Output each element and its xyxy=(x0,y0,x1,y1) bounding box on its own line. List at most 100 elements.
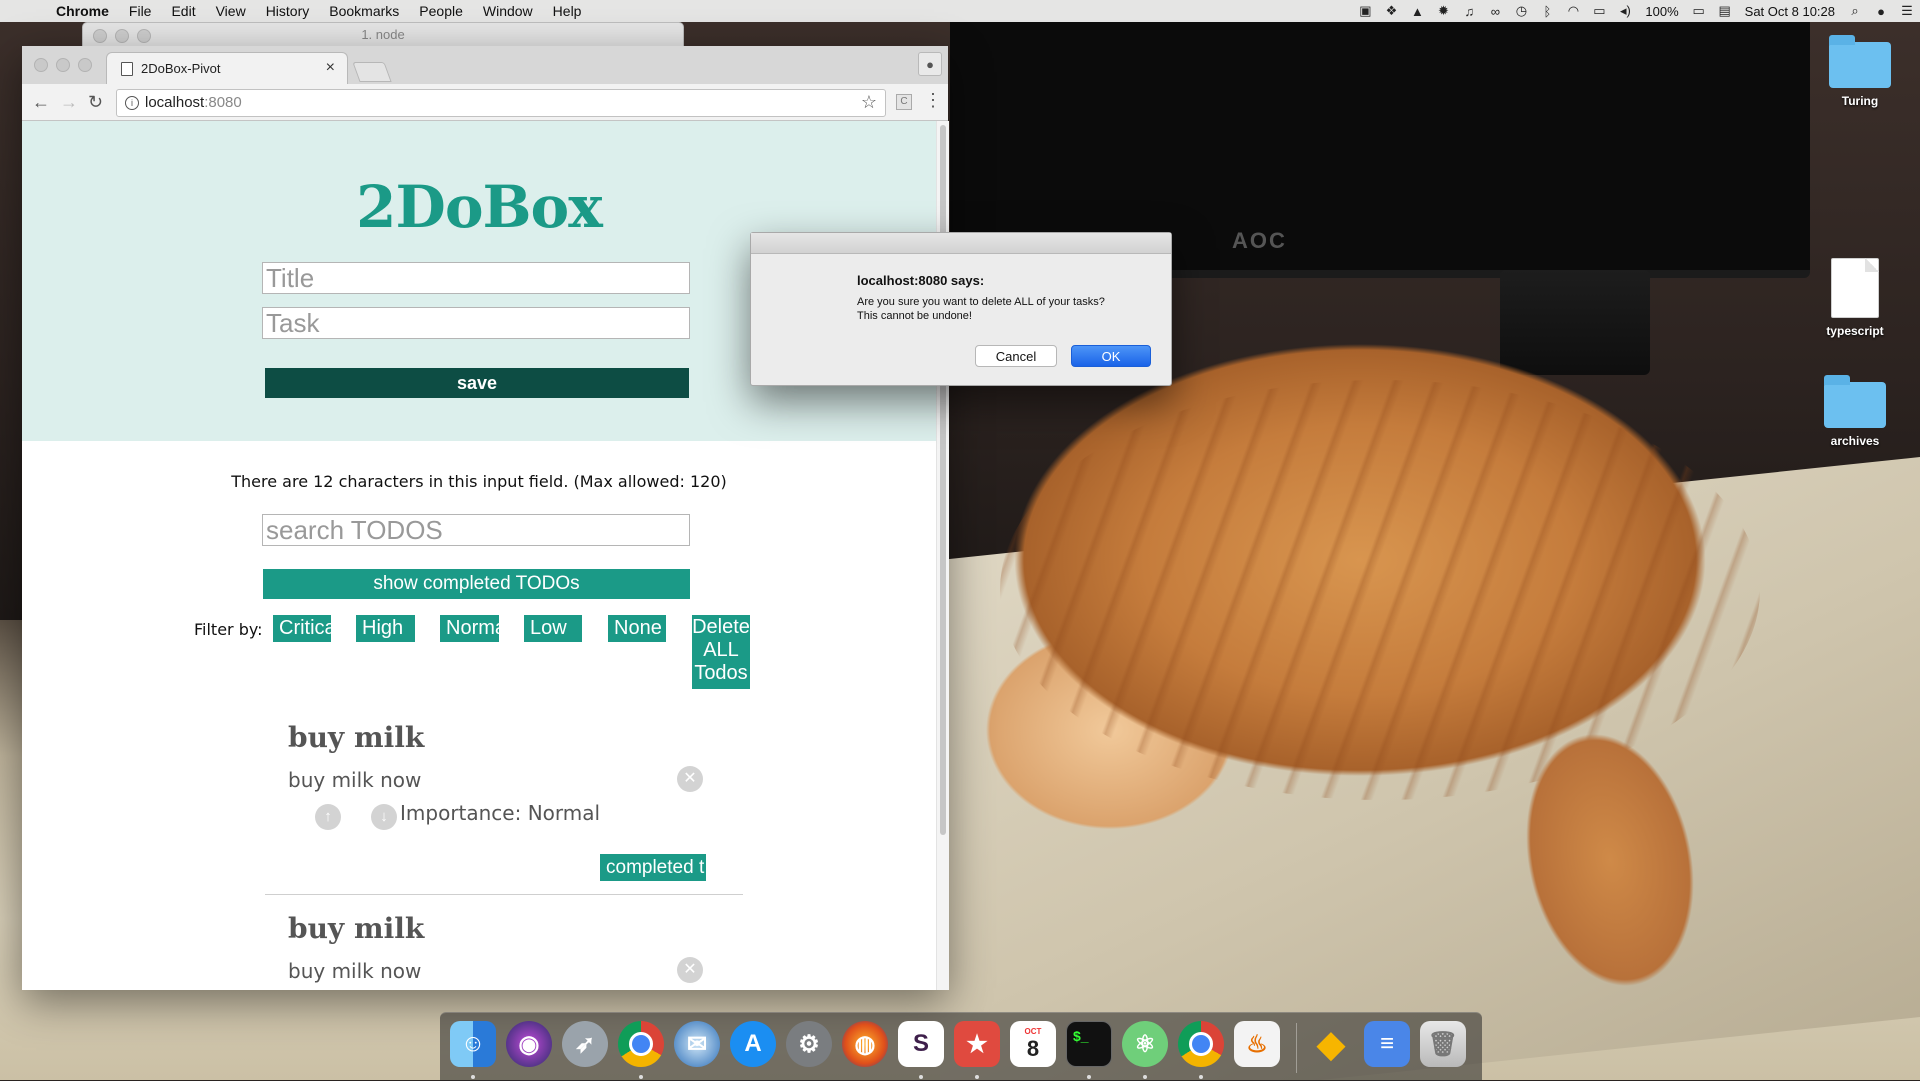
completed-task-button[interactable]: completed t xyxy=(600,854,706,881)
loop-icon[interactable]: ∞ xyxy=(1487,4,1503,19)
cancel-button[interactable]: Cancel xyxy=(975,345,1057,367)
slack-icon[interactable]: S xyxy=(898,1021,944,1067)
atom-icon[interactable]: ⚛ xyxy=(1122,1021,1168,1067)
url-text[interactable]: localhost:8080 xyxy=(145,94,242,111)
extension-icon[interactable]: C xyxy=(896,94,912,110)
app-store-icon[interactable]: A xyxy=(730,1021,776,1067)
address-bar[interactable]: i localhost:8080 ☆ xyxy=(116,89,886,117)
forward-icon[interactable]: → xyxy=(60,92,78,113)
todo-title[interactable]: buy milk xyxy=(288,721,424,754)
chrome-icon[interactable] xyxy=(618,1021,664,1067)
todo-title[interactable]: buy milk xyxy=(288,912,424,945)
todo-body[interactable]: buy milk now xyxy=(288,768,421,792)
menu-app-name[interactable]: Chrome xyxy=(56,3,109,19)
downvote-icon[interactable]: ↓ xyxy=(371,804,397,830)
terminal-icon[interactable]: $_ xyxy=(1066,1021,1112,1067)
dock: ☺ ◉ ➶ ✉ A ⚙ ◍ S ★ OCT 8 $_ ⚛ ♨ ◆ ≡ 🗑 xyxy=(440,1012,1482,1081)
spotlight-search-icon[interactable]: ⌕ xyxy=(1847,3,1863,18)
profile-icon[interactable]: ● xyxy=(918,52,942,76)
title-field[interactable] xyxy=(262,262,690,294)
bluetooth-icon[interactable]: ᛒ xyxy=(1539,4,1555,19)
menu-file[interactable]: File xyxy=(129,3,152,19)
thunderbird-icon[interactable]: ✉ xyxy=(674,1021,720,1067)
menu-help[interactable]: Help xyxy=(553,3,582,19)
sketch-icon[interactable]: ◆ xyxy=(1308,1021,1354,1067)
system-preferences-icon[interactable]: ⚙ xyxy=(786,1021,832,1067)
search-field[interactable] xyxy=(262,514,690,546)
time-machine-icon[interactable]: ◷ xyxy=(1513,3,1529,18)
todo-body[interactable]: buy milk now xyxy=(288,959,421,983)
desktop-folder-archives[interactable]: archives xyxy=(1810,375,1900,448)
airplay-icon[interactable]: ▭ xyxy=(1591,3,1607,18)
desktop-folder-turing[interactable]: Turing xyxy=(1815,35,1905,108)
filter-normal-button[interactable]: Norma xyxy=(440,615,499,642)
minimize-dot[interactable] xyxy=(56,58,70,72)
trash-icon[interactable]: 🗑 xyxy=(1420,1021,1466,1067)
tab-strip: 2DoBox-Pivot × ● xyxy=(22,46,948,85)
upvote-icon[interactable]: ↑ xyxy=(315,804,341,830)
google-docs-icon[interactable]: ≡ xyxy=(1364,1021,1410,1067)
search-input[interactable] xyxy=(263,515,689,545)
us-flag-icon[interactable]: ▤ xyxy=(1717,3,1733,18)
launchpad-icon[interactable]: ➶ xyxy=(562,1021,608,1067)
dialog-message: Are you sure you want to delete ALL of y… xyxy=(857,295,1147,323)
tab-close-icon[interactable]: × xyxy=(326,59,335,77)
headphones-icon[interactable]: ♫ xyxy=(1461,4,1477,19)
display-icon[interactable]: ▣ xyxy=(1357,3,1373,18)
close-dot[interactable] xyxy=(34,58,48,72)
battery-percent[interactable]: 100% xyxy=(1645,4,1678,19)
window-traffic-lights xyxy=(34,58,92,72)
desktop-file-typescript[interactable]: typescript xyxy=(1810,258,1900,338)
filter-low-button[interactable]: Low xyxy=(524,615,582,642)
delete-todo-icon[interactable]: ✕ xyxy=(677,766,703,792)
task-input[interactable] xyxy=(263,308,689,338)
show-completed-button[interactable]: show completed TODOs xyxy=(263,569,690,599)
battery-icon[interactable]: ▭ xyxy=(1691,3,1707,18)
volume-icon[interactable]: ◂) xyxy=(1617,3,1633,18)
running-indicator xyxy=(1087,1075,1091,1079)
chrome-menu-icon[interactable]: ⋮ xyxy=(924,90,942,111)
wunderlist-icon[interactable]: ★ xyxy=(954,1021,1000,1067)
filter-none-button[interactable]: None xyxy=(608,615,666,642)
menu-history[interactable]: History xyxy=(266,3,310,19)
filter-high-button[interactable]: High xyxy=(356,615,415,642)
drive-icon[interactable]: ▲ xyxy=(1409,4,1425,19)
menu-people[interactable]: People xyxy=(419,3,463,19)
filter-critical-button[interactable]: Critica xyxy=(273,615,331,642)
title-input[interactable] xyxy=(263,263,689,293)
reload-icon[interactable]: ↻ xyxy=(88,92,103,113)
zoom-dot[interactable] xyxy=(78,58,92,72)
tab-2dobox[interactable]: 2DoBox-Pivot × xyxy=(106,52,348,85)
java-icon[interactable]: ♨ xyxy=(1234,1021,1280,1067)
chrome-canary-icon[interactable] xyxy=(1178,1021,1224,1067)
site-info-icon[interactable]: i xyxy=(125,96,139,110)
menu-view[interactable]: View xyxy=(216,3,246,19)
bookmark-star-icon[interactable]: ☆ xyxy=(861,92,877,113)
menu-edit[interactable]: Edit xyxy=(171,3,195,19)
wifi-icon[interactable]: ◠ xyxy=(1565,3,1581,18)
notification-center-icon[interactable]: ☰ xyxy=(1899,3,1915,18)
todo-importance: Importance: Normal xyxy=(400,801,601,825)
flux-icon[interactable]: ✹ xyxy=(1435,3,1451,18)
status-area: ▣ ❖ ▲ ✹ ♫ ∞ ◷ ᛒ ◠ ▭ ◂) 100% ▭ ▤ Sat Oct … xyxy=(1352,0,1920,22)
desktop-icon-label: Turing xyxy=(1841,94,1879,108)
back-icon[interactable]: ← xyxy=(32,92,50,113)
clock[interactable]: Sat Oct 8 10:28 xyxy=(1745,4,1835,19)
tab-title: 2DoBox-Pivot xyxy=(141,61,221,76)
wallpaper-monitor-logo: AOC xyxy=(1232,228,1287,253)
new-tab-button[interactable] xyxy=(352,62,392,82)
save-button[interactable]: save xyxy=(265,368,689,398)
dropbox-icon[interactable]: ❖ xyxy=(1383,3,1399,18)
task-field[interactable] xyxy=(262,307,690,339)
firefox-icon[interactable]: ◍ xyxy=(842,1021,888,1067)
delete-all-button[interactable]: Delete ALL Todos xyxy=(692,615,750,689)
calendar-icon[interactable]: OCT 8 xyxy=(1010,1021,1056,1067)
terminal-window[interactable]: 1. node xyxy=(82,22,684,48)
finder-icon[interactable]: ☺ xyxy=(450,1021,496,1067)
ok-button[interactable]: OK xyxy=(1071,345,1151,367)
menu-window[interactable]: Window xyxy=(483,3,533,19)
delete-todo-icon[interactable]: ✕ xyxy=(677,957,703,983)
menu-bookmarks[interactable]: Bookmarks xyxy=(329,3,399,19)
siri-icon[interactable]: ● xyxy=(1873,4,1889,19)
siri-icon[interactable]: ◉ xyxy=(506,1021,552,1067)
